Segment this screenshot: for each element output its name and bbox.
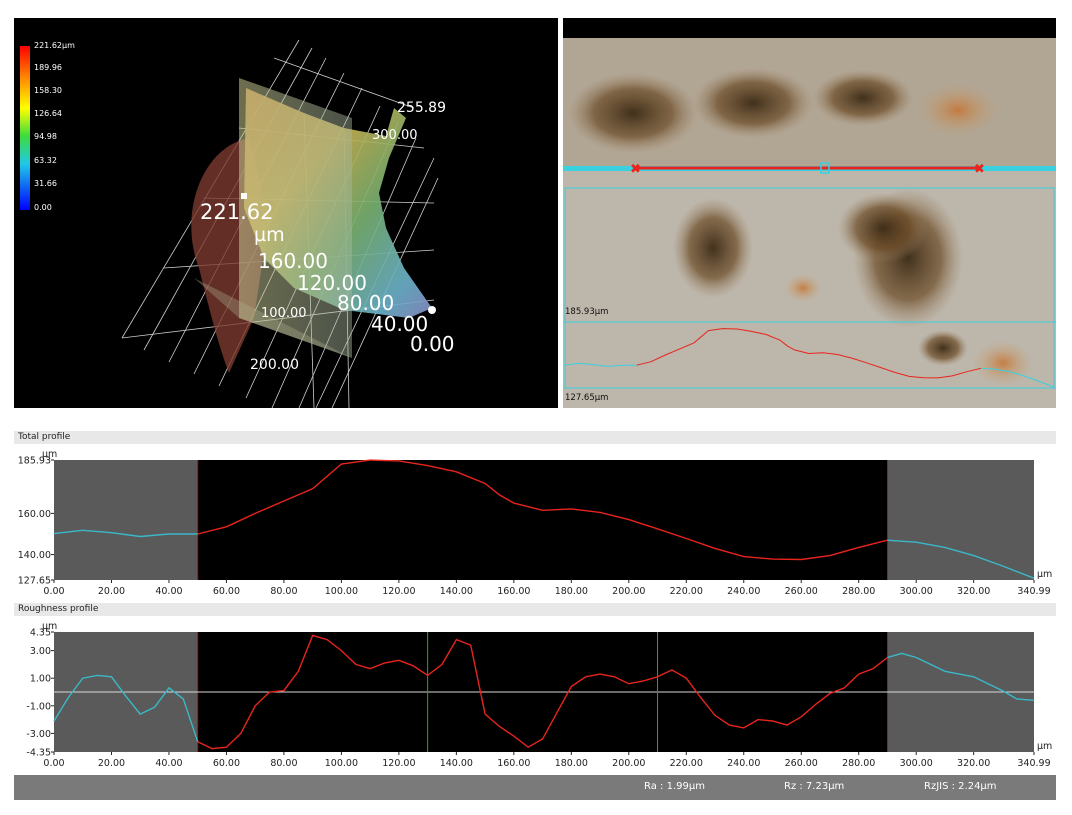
x-tick-label: 260.00 <box>785 586 818 597</box>
x-tick-label: 140.00 <box>440 758 473 769</box>
y-tick-label: 160.00 <box>18 509 51 520</box>
x-tick-label: 240.00 <box>727 586 760 597</box>
x-tick-label: 120.00 <box>382 586 415 597</box>
scale-label: 0.00 <box>34 203 52 212</box>
x-tick-label: 200.00 <box>612 758 645 769</box>
x-tick-label: 340.99 <box>1017 758 1050 769</box>
y-tick-label: -4.35 <box>26 748 51 759</box>
x-tick-label: 0.00 <box>43 758 64 769</box>
x-tick-label: 300.00 <box>900 758 933 769</box>
x-tick-label: 40.00 <box>155 586 182 597</box>
status-bar: Ra : 1.99µm Rz : 7.23µm RzJIS : 2.24µm <box>14 775 1056 800</box>
y-tick-label: 140.00 <box>18 550 51 561</box>
x-tick-label: 180.00 <box>555 758 588 769</box>
camera-upper-label: 185.93µm <box>565 307 608 317</box>
scale-label: 158.30 <box>34 86 62 95</box>
roughness-profile-plot[interactable]: 4.353.001.00-1.00-3.00-4.350.00 20.00 40.0… <box>14 616 1056 773</box>
y-tick-label: 1.00 <box>30 674 51 685</box>
3d-label-x100: 100.00 <box>261 306 307 321</box>
y-tick-label: 127.65 <box>18 576 51 587</box>
section-start-marker[interactable] <box>241 193 247 199</box>
excluded-region-left <box>54 460 198 580</box>
3d-surface-render[interactable]: 255.89 300.00 221.62 µm 160.00 120.00 80… <box>14 18 558 408</box>
color-scale-bar <box>20 46 30 210</box>
ra-value: Ra : 1.99µm <box>644 781 705 792</box>
x-tick-label: 100.00 <box>325 758 358 769</box>
3d-label-300: 300.00 <box>372 128 418 143</box>
3d-label-zmax: 221.62 <box>200 200 273 224</box>
x-tick-label: 240.00 <box>727 758 760 769</box>
scale-label: 31.66 <box>34 179 57 188</box>
x-tick-label: 320.00 <box>957 758 990 769</box>
3d-label-0: 0.00 <box>410 332 455 356</box>
x-unit-label: µm <box>1037 569 1052 580</box>
roughness-profile-title: Roughness profile <box>14 603 1056 616</box>
x-tick-label: 60.00 <box>213 758 240 769</box>
x-tick-label: 280.00 <box>842 586 875 597</box>
x-tick-label: 300.00 <box>900 586 933 597</box>
x-tick-label: 40.00 <box>155 758 182 769</box>
total-profile-plot[interactable]: 185.93160.00140.00127.650.00 20.00 40.00 60… <box>14 444 1056 601</box>
y-tick-label: -1.00 <box>26 701 51 712</box>
3d-view-panel[interactable]: 255.89 300.00 221.62 µm 160.00 120.00 80… <box>14 18 558 408</box>
scale-label: 126.64 <box>34 109 62 118</box>
total-profile-title: Total profile <box>14 431 1056 444</box>
x-tick-label: 20.00 <box>98 758 125 769</box>
3d-label-255: 255.89 <box>397 100 446 116</box>
x-tick-label: 200.00 <box>612 586 645 597</box>
y-tick-label: 3.00 <box>30 646 51 657</box>
roughness-profile-chart[interactable]: 4.35 3.00 1.00 -1.00 -3.00 -4.35 0.00 20.00 40.0… <box>14 616 1056 773</box>
3d-label-x200: 200.00 <box>250 357 299 373</box>
section-end-marker[interactable] <box>428 306 436 314</box>
y-unit-label: µm <box>42 449 57 460</box>
x-tick-label: 20.00 <box>98 586 125 597</box>
rzjis-value: RzJIS : 2.24µm <box>924 781 997 792</box>
x-tick-label: 120.00 <box>382 758 415 769</box>
3d-label-zunit: µm <box>254 224 285 246</box>
scale-label: 189.96 <box>34 63 62 72</box>
x-tick-label: 260.00 <box>785 758 818 769</box>
x-unit-label: µm <box>1037 741 1052 752</box>
x-tick-label: 220.00 <box>670 758 703 769</box>
camera-image-panel[interactable]: ✖ ✖ 185.93µm 127.65µm <box>563 18 1056 408</box>
rz-value: Rz : 7.23µm <box>784 781 845 792</box>
line-start-marker[interactable]: ✖ <box>630 162 641 177</box>
x-tick-label: 140.00 <box>440 586 473 597</box>
total-profile-chart[interactable]: 185.93 160.00 140.00 127.65 0.00 20.00 40.00 60… <box>14 444 1056 601</box>
x-tick-label: 60.00 <box>213 586 240 597</box>
excluded-region-right <box>887 460 1034 580</box>
x-tick-label: 80.00 <box>270 586 297 597</box>
camera-lower-label: 127.65µm <box>565 393 608 403</box>
scale-label: 63.32 <box>34 156 57 165</box>
scale-label: 221.62µm <box>34 41 75 50</box>
scale-label: 94.98 <box>34 132 57 141</box>
y-unit-label: µm <box>42 621 57 632</box>
x-tick-label: 340.99 <box>1017 586 1050 597</box>
3d-label-160: 160.00 <box>258 249 328 273</box>
x-tick-label: 160.00 <box>497 758 530 769</box>
x-tick-label: 0.00 <box>43 586 64 597</box>
x-tick-label: 160.00 <box>497 586 530 597</box>
line-end-marker[interactable]: ✖ <box>974 162 985 177</box>
x-tick-label: 320.00 <box>957 586 990 597</box>
x-tick-label: 280.00 <box>842 758 875 769</box>
x-tick-label: 100.00 <box>325 586 358 597</box>
x-tick-label: 220.00 <box>670 586 703 597</box>
y-tick-label: -3.00 <box>26 729 51 740</box>
x-tick-label: 180.00 <box>555 586 588 597</box>
camera-image[interactable]: ✖ ✖ 185.93µm 127.65µm <box>563 18 1056 408</box>
x-tick-label: 80.00 <box>270 758 297 769</box>
